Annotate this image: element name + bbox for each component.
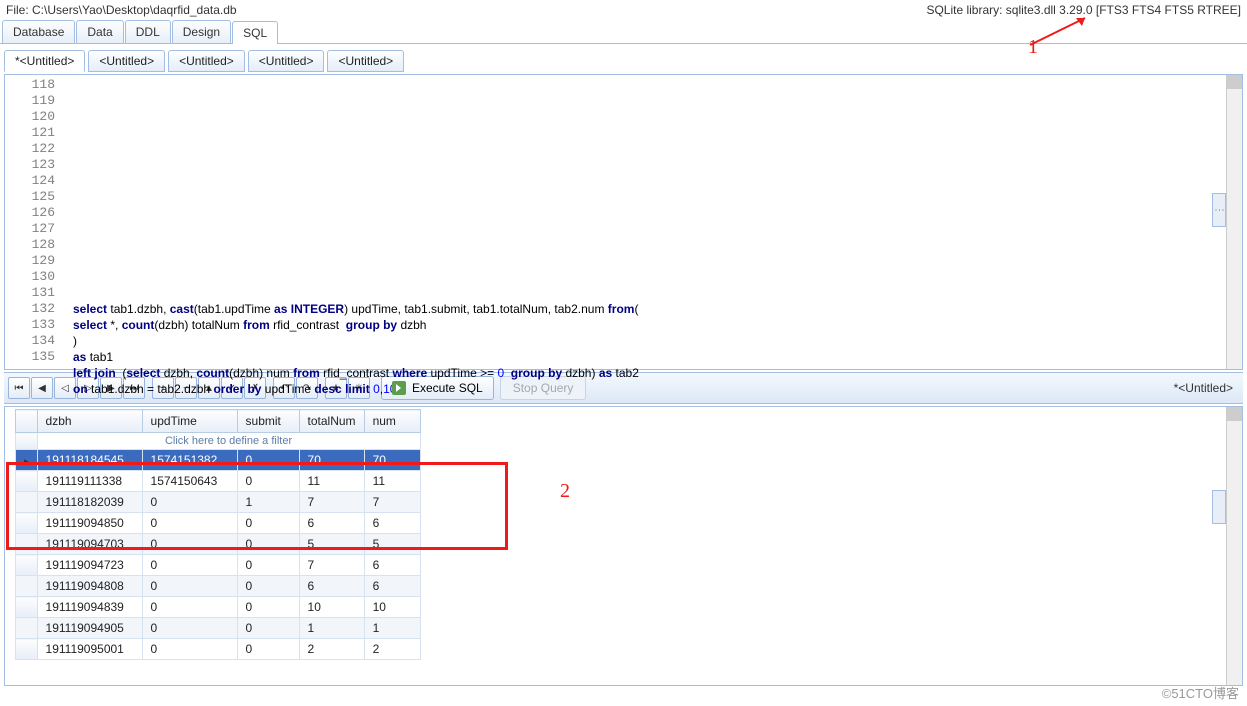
cell[interactable]: 7 xyxy=(299,492,364,513)
table-row[interactable]: 1911190947230076 xyxy=(16,555,421,576)
cell[interactable]: 191119094850 xyxy=(37,513,142,534)
filter-row[interactable]: Click here to define a filter xyxy=(37,433,420,450)
table-row[interactable]: 1911181820390177 xyxy=(16,492,421,513)
table-row[interactable]: 191118184545157415138207070 xyxy=(16,450,421,471)
cell[interactable]: 10 xyxy=(364,597,420,618)
cell[interactable]: 0 xyxy=(237,450,299,471)
cell[interactable]: 10 xyxy=(299,597,364,618)
cell[interactable]: 1574150643 xyxy=(142,471,237,492)
file-label: File: xyxy=(6,3,32,17)
cell[interactable]: 191119094723 xyxy=(37,555,142,576)
cell[interactable]: 1 xyxy=(364,618,420,639)
cell[interactable]: 11 xyxy=(364,471,420,492)
scrollbar-thumb[interactable] xyxy=(1227,75,1242,89)
table-row[interactable]: 191119111338157415064301111 xyxy=(16,471,421,492)
column-header-submit[interactable]: submit xyxy=(237,410,299,433)
cell[interactable]: 191119094703 xyxy=(37,534,142,555)
main-tabs: DatabaseDataDDLDesignSQL xyxy=(0,20,1247,44)
cell[interactable]: 1 xyxy=(237,492,299,513)
cell[interactable]: 70 xyxy=(364,450,420,471)
cell[interactable]: 0 xyxy=(237,534,299,555)
cell[interactable]: 5 xyxy=(299,534,364,555)
cell[interactable]: 0 xyxy=(237,597,299,618)
cell[interactable]: 7 xyxy=(364,492,420,513)
cell[interactable]: 1574151382 xyxy=(142,450,237,471)
cell[interactable]: 0 xyxy=(237,555,299,576)
cell[interactable]: 0 xyxy=(142,492,237,513)
cell[interactable]: 70 xyxy=(299,450,364,471)
query-tab[interactable]: <Untitled> xyxy=(88,50,165,72)
column-header-updTime[interactable]: updTime xyxy=(142,410,237,433)
cell[interactable]: 191119094808 xyxy=(37,576,142,597)
column-header-dzbh[interactable]: dzbh xyxy=(37,410,142,433)
cell[interactable]: 0 xyxy=(142,555,237,576)
cell[interactable]: 191119094839 xyxy=(37,597,142,618)
editor-scrollbar[interactable] xyxy=(1226,75,1242,369)
cell[interactable]: 0 xyxy=(142,618,237,639)
table-row[interactable]: 191119094839001010 xyxy=(16,597,421,618)
cell[interactable]: 0 xyxy=(237,471,299,492)
file-path: File: C:\Users\Yao\Desktop\daqrfid_data.… xyxy=(6,3,237,17)
editor-side-handle[interactable]: ⋮ xyxy=(1212,193,1226,227)
table-row[interactable]: 1911190948500066 xyxy=(16,513,421,534)
cell[interactable]: 191119111338 xyxy=(37,471,142,492)
cell[interactable]: 7 xyxy=(299,555,364,576)
table-row[interactable]: 1911190947030055 xyxy=(16,534,421,555)
results-scrollbar[interactable] xyxy=(1226,407,1242,685)
code-area[interactable]: select tab1.dzbh, cast(tab1.updTime as I… xyxy=(5,75,1242,431)
cell[interactable]: 2 xyxy=(299,639,364,660)
cell[interactable]: 1 xyxy=(299,618,364,639)
play-icon xyxy=(392,381,406,395)
query-tab[interactable]: <Untitled> xyxy=(248,50,325,72)
tab-design[interactable]: Design xyxy=(172,20,231,43)
file-path-value: C:\Users\Yao\Desktop\daqrfid_data.db xyxy=(32,3,237,17)
cell[interactable]: 191118184545 xyxy=(37,450,142,471)
cell[interactable]: 191118182039 xyxy=(37,492,142,513)
column-header-num[interactable]: num xyxy=(364,410,420,433)
results-grid[interactable]: dzbhupdTimesubmittotalNumnum Click here … xyxy=(15,409,421,660)
cell[interactable]: 0 xyxy=(237,513,299,534)
cell[interactable]: 0 xyxy=(237,639,299,660)
cell[interactable]: 0 xyxy=(142,534,237,555)
cell[interactable]: 6 xyxy=(364,513,420,534)
tab-database[interactable]: Database xyxy=(2,20,75,43)
cell[interactable]: 0 xyxy=(142,576,237,597)
cell[interactable]: 0 xyxy=(142,513,237,534)
cell[interactable]: 0 xyxy=(142,639,237,660)
scrollbar-thumb[interactable] xyxy=(1227,407,1242,421)
cell[interactable]: 0 xyxy=(237,576,299,597)
table-row[interactable]: 1911190948080066 xyxy=(16,576,421,597)
tab-ddl[interactable]: DDL xyxy=(125,20,171,43)
query-tab[interactable]: <Untitled> xyxy=(168,50,245,72)
sqlite-version: sqlite3.dll 3.29.0 [FTS3 FTS4 FTS5 RTREE… xyxy=(1006,3,1241,17)
column-header-totalNum[interactable]: totalNum xyxy=(299,410,364,433)
sqlite-label: SQLite library: xyxy=(926,3,1005,17)
sub-tabs: *<Untitled><Untitled><Untitled><Untitled… xyxy=(0,44,1247,72)
tab-data[interactable]: Data xyxy=(76,20,123,43)
query-tab[interactable]: <Untitled> xyxy=(327,50,404,72)
header-bar: File: C:\Users\Yao\Desktop\daqrfid_data.… xyxy=(0,0,1247,20)
sqlite-info: SQLite library: sqlite3.dll 3.29.0 [FTS3… xyxy=(926,3,1241,17)
results-panel: dzbhupdTimesubmittotalNumnum Click here … xyxy=(4,406,1243,686)
results-side-handle[interactable] xyxy=(1212,490,1226,524)
cell[interactable]: 11 xyxy=(299,471,364,492)
cell[interactable]: 0 xyxy=(237,618,299,639)
cell[interactable]: 6 xyxy=(299,513,364,534)
tab-sql[interactable]: SQL xyxy=(232,21,278,44)
cell[interactable]: 5 xyxy=(364,534,420,555)
cell[interactable]: 191119094905 xyxy=(37,618,142,639)
table-row[interactable]: 1911190950010022 xyxy=(16,639,421,660)
cell[interactable]: 191119095001 xyxy=(37,639,142,660)
cell[interactable]: 6 xyxy=(299,576,364,597)
cell[interactable]: 6 xyxy=(364,576,420,597)
sql-editor[interactable]: 118 119 120 121 122 123 124 125 126 127 … xyxy=(4,74,1243,370)
query-tab[interactable]: *<Untitled> xyxy=(4,50,85,72)
cell[interactable]: 2 xyxy=(364,639,420,660)
watermark: ©51CTO博客 xyxy=(1162,683,1239,702)
table-row[interactable]: 1911190949050011 xyxy=(16,618,421,639)
cell[interactable]: 6 xyxy=(364,555,420,576)
cell[interactable]: 0 xyxy=(142,597,237,618)
